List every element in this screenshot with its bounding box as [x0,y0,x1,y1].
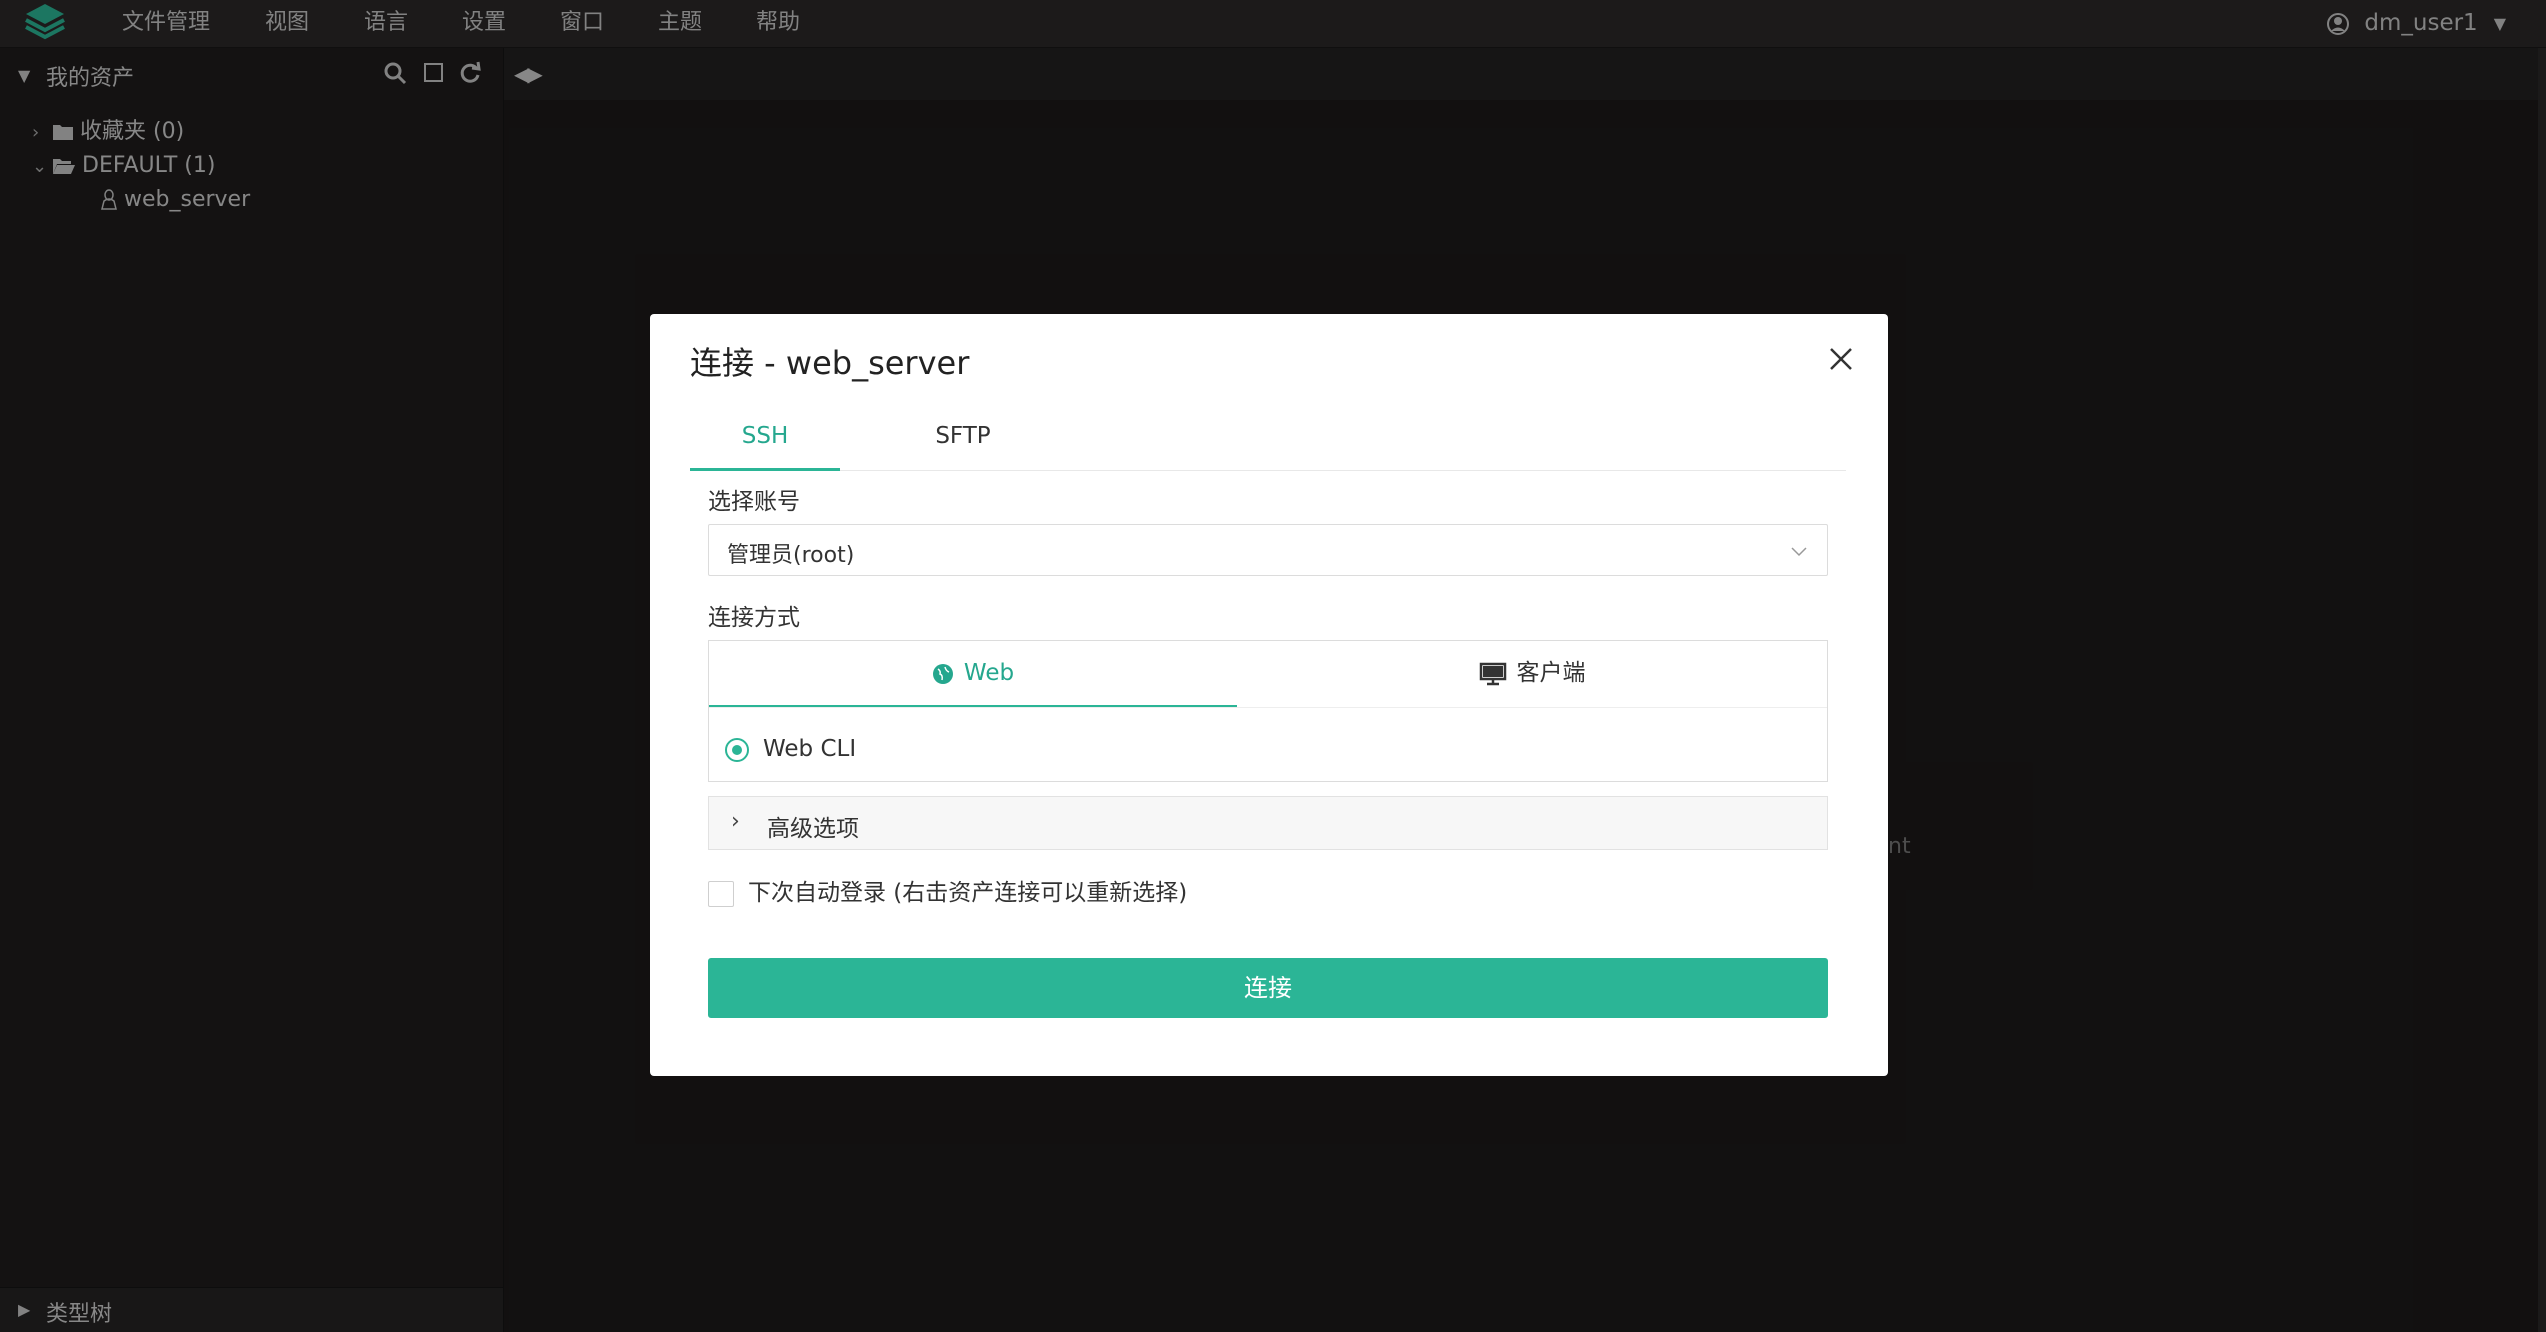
dialog-title: 连接 - web_server [690,344,970,382]
connect-method-panel: Web 客户端 Web CLI [708,640,1828,782]
account-value: 管理员(root) [727,543,855,568]
auto-login-label: 下次自动登录 (右击资产连接可以重新选择) [748,880,1188,906]
web-cli-option[interactable]: Web CLI [725,733,856,765]
protocol-tabs: SSH SFTP [690,404,1846,471]
tab-client-label: 客户端 [1516,660,1586,686]
chevron-down-icon [1791,547,1807,557]
radio-selected[interactable] [725,737,749,762]
tab-ssh[interactable]: SSH [690,404,840,471]
method-label: 连接方式 [708,605,800,631]
tab-web-label: Web [963,660,1015,686]
advanced-options-label: 高级选项 [767,816,859,842]
advanced-options-toggle[interactable]: › 高级选项 [708,796,1828,850]
tab-sftp[interactable]: SFTP [890,404,1036,468]
auto-login-option[interactable]: 下次自动登录 (右击资产连接可以重新选择) [708,878,1187,908]
monitor-icon [1479,662,1506,685]
connect-button[interactable]: 连接 [708,958,1828,1018]
auto-login-checkbox[interactable] [708,880,734,907]
connect-dialog: 连接 - web_server SSH SFTP 选择账号 管理员(root) … [650,314,1888,1076]
web-cli-label: Web CLI [763,736,857,762]
tab-client[interactable]: 客户端 [1237,641,1827,705]
account-label: 选择账号 [708,489,800,515]
close-icon[interactable] [1824,342,1858,376]
divider [709,707,1827,708]
globe-icon [932,663,953,684]
tab-web[interactable]: Web [709,641,1237,708]
chevron-right-icon: › [731,809,740,834]
account-select[interactable]: 管理员(root) [708,524,1828,576]
